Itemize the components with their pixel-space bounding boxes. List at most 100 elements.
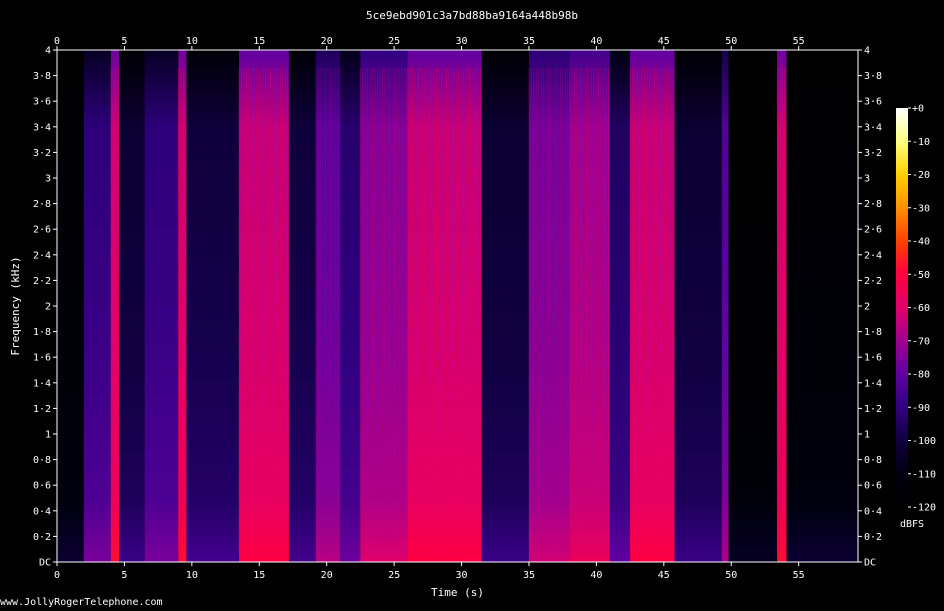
colorbar-label: dBFS — [900, 519, 924, 530]
spectrogram-segment — [119, 50, 145, 562]
x-tick-label-top: 50 — [725, 36, 737, 47]
y-tick-label-left: 1·8 — [33, 327, 51, 338]
y-tick-label-left: 2 — [45, 302, 51, 313]
y-tick-label-right: 4 — [864, 46, 870, 57]
colorbar-tick-label: +0 — [912, 104, 924, 115]
spectrogram-segment — [674, 50, 722, 562]
y-tick-label-right: 0·2 — [864, 532, 882, 543]
spectrogram-segment — [144, 50, 179, 562]
y-tick-label-right: 2·4 — [864, 250, 882, 261]
x-tick-label-bottom: 0 — [54, 570, 60, 581]
x-tick-label-bottom: 25 — [388, 570, 400, 581]
y-tick-label-right: 2·2 — [864, 276, 882, 287]
colorbar-tick-label: -20 — [912, 170, 930, 181]
spectrogram-segment — [481, 50, 529, 562]
spectrogram-segment — [609, 50, 631, 562]
x-tick-label-top: 10 — [186, 36, 198, 47]
x-tick-label-top: 35 — [523, 36, 535, 47]
y-tick-label-left: 4 — [45, 46, 51, 57]
y-tick-label-right: 1·6 — [864, 353, 882, 364]
spectrogram-segment — [786, 50, 858, 562]
colorbar-tick-label: -50 — [912, 270, 930, 281]
colorbar-tick-label: -40 — [912, 237, 930, 248]
y-tick-label-right: 1 — [864, 430, 870, 441]
x-tick-label-top: 45 — [658, 36, 670, 47]
x-tick-label-bottom: 45 — [658, 570, 670, 581]
y-tick-label-left: 3·2 — [33, 148, 51, 159]
colorbar-tick-label: -30 — [912, 203, 930, 214]
spectrogram-segment — [288, 50, 316, 562]
y-tick-label-right: 2·8 — [864, 199, 882, 210]
x-tick-label-top: 25 — [388, 36, 400, 47]
y-tick-label-left: DC — [39, 558, 51, 569]
y-tick-label-right: 3·8 — [864, 71, 882, 82]
y-tick-label-left: 3·6 — [33, 97, 51, 108]
x-tick-label-top: 40 — [590, 36, 602, 47]
x-tick-label-bottom: 5 — [121, 570, 127, 581]
x-tick-label-bottom: 10 — [186, 570, 198, 581]
x-tick-label-top: 0 — [54, 36, 60, 47]
spectrogram-chart: 0055101015152020252530303535404045455050… — [9, 36, 936, 599]
y-tick-label-right: 1·2 — [864, 404, 882, 415]
spectrogram-segment — [340, 50, 361, 562]
y-tick-label-left: 1·4 — [33, 378, 51, 389]
spectrogram-segment — [569, 50, 610, 562]
colorbar-tick-label: -80 — [912, 370, 930, 381]
y-tick-label-left: 2·8 — [33, 199, 51, 210]
x-axis-label: Time (s) — [431, 586, 484, 599]
watermark: www.JollyRogerTelephone.com — [0, 597, 163, 608]
colorbar-tick-label: -60 — [912, 303, 930, 314]
y-tick-label-right: 1·8 — [864, 327, 882, 338]
y-tick-label-left: 0·6 — [33, 481, 51, 492]
x-tick-label-top: 15 — [253, 36, 265, 47]
y-tick-label-right: 2·6 — [864, 225, 882, 236]
y-tick-label-right: 0·8 — [864, 455, 882, 466]
spectrogram-segment — [721, 50, 729, 562]
y-tick-label-left: 3 — [45, 174, 51, 185]
x-tick-label-bottom: 50 — [725, 570, 737, 581]
y-axis-label: Frequency (kHz) — [9, 256, 22, 355]
colorbar-tick-label: -90 — [912, 403, 930, 414]
spectrogram-segment — [57, 50, 84, 562]
y-tick-label-left: 3·4 — [33, 122, 51, 133]
colorbar-tick-label: -120 — [912, 503, 936, 514]
y-tick-label-left: 3·8 — [33, 71, 51, 82]
x-tick-label-bottom: 30 — [456, 570, 468, 581]
y-tick-label-left: 1 — [45, 430, 51, 441]
y-tick-label-left: 2·6 — [33, 225, 51, 236]
y-tick-label-right: 2 — [864, 302, 870, 313]
x-tick-label-top: 20 — [321, 36, 333, 47]
spectrogram-segment — [110, 50, 120, 562]
x-tick-label-top: 55 — [793, 36, 805, 47]
y-tick-label-left: 2·4 — [33, 250, 51, 261]
x-tick-label-top: 30 — [456, 36, 468, 47]
y-tick-label-right: 1·4 — [864, 378, 882, 389]
spectrogram-segment — [630, 50, 675, 562]
colorbar-tick-label: -100 — [912, 436, 936, 447]
y-tick-label-right: 3·2 — [864, 148, 882, 159]
y-tick-label-left: 1·2 — [33, 404, 51, 415]
colorbar: +0 -10 -20 -30 -40 -50 -60 -70 -80 -90 -100 -110 -12… — [896, 104, 936, 530]
colorbar-tick-label: -110 — [912, 469, 936, 480]
x-tick-label-bottom: 55 — [793, 570, 805, 581]
y-tick-label-left: 0·8 — [33, 455, 51, 466]
x-tick-label-top: 5 — [121, 36, 127, 47]
spectrogram-segment — [528, 50, 570, 562]
x-tick-label-bottom: 35 — [523, 570, 535, 581]
colorbar-tick-label: -70 — [912, 336, 930, 347]
spectrogram-segment — [186, 50, 240, 562]
y-tick-label-left: 0·4 — [33, 506, 51, 517]
colorbar-gradient — [896, 108, 908, 507]
x-tick-label-bottom: 20 — [321, 570, 333, 581]
y-tick-label-right: 3·4 — [864, 122, 882, 133]
y-tick-label-right: 0·6 — [864, 481, 882, 492]
y-tick-label-left: 0·2 — [33, 532, 51, 543]
y-tick-label-right: DC — [864, 558, 876, 569]
y-tick-label-right: 0·4 — [864, 506, 882, 517]
spectrogram-segment — [178, 50, 187, 562]
spectrogram-plot-area — [57, 50, 858, 562]
y-tick-label-right: 3 — [864, 174, 870, 185]
y-tick-label-left: 1·6 — [33, 353, 51, 364]
spectrogram-segment — [728, 50, 778, 562]
colorbar-tick-label: -10 — [912, 137, 930, 148]
